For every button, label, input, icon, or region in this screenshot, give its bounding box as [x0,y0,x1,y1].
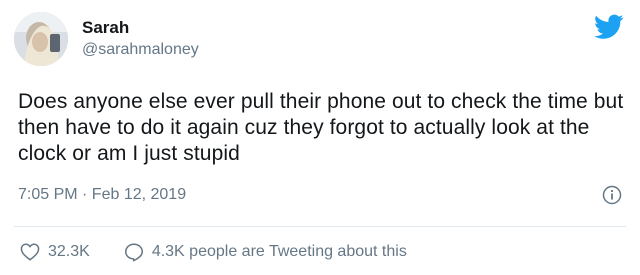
tweet-card: Sarah @sarahmaloney Does anyone else eve… [0,0,640,275]
info-icon[interactable] [602,185,622,205]
tweet-header: Sarah @sarahmaloney [14,10,199,68]
avatar-image [14,12,68,66]
like-action[interactable]: 32.3K [20,243,90,261]
tweet-timestamp[interactable]: 7:05 PM · Feb 12, 2019 [18,184,186,206]
user-names: Sarah @sarahmaloney [82,17,199,61]
divider [14,226,626,227]
comment-icon [124,242,143,262]
like-count: 32.3K [48,243,90,260]
twitter-bird-icon[interactable] [594,14,624,40]
display-name[interactable]: Sarah [82,17,199,39]
tweeting-action[interactable]: 4.3K people are Tweeting about this [124,242,407,262]
avatar[interactable] [14,12,68,66]
user-handle[interactable]: @sarahmaloney [82,39,199,61]
tweet-actions: 32.3K 4.3K people are Tweeting about thi… [20,240,441,264]
tweet-text: Does anyone else ever pull their phone o… [18,90,624,165]
tweeting-label: 4.3K people are Tweeting about this [151,243,407,260]
heart-icon [20,243,40,261]
